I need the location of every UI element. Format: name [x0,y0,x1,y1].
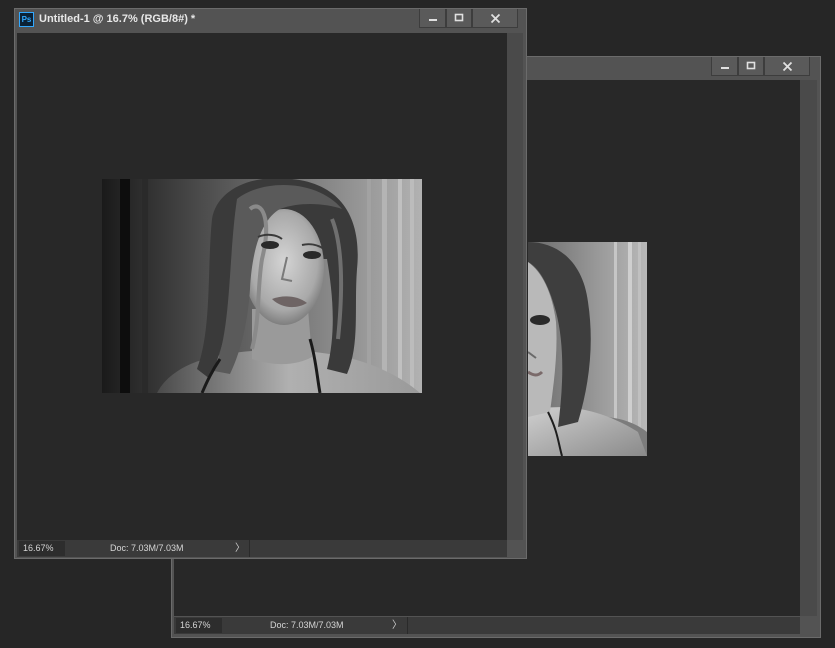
maximize-icon [454,13,464,22]
back-status-bar: 16.67% Doc: 7.03M/7.03M 〉 [174,617,800,634]
front-status-divider [249,540,250,557]
document-title: Untitled-1 @ 16.7% (RGB/8#) * [39,13,196,25]
front-doc-size: Doc: 7.03M/7.03M [110,543,184,553]
close-icon [490,13,500,23]
back-maximize-button[interactable] [738,57,764,76]
front-status-bar: 16.67% Doc: 7.03M/7.03M 〉 [17,540,507,557]
front-maximize-button[interactable] [446,9,472,28]
front-status-menu-arrow[interactable]: 〉 [235,541,245,556]
back-zoom-field[interactable]: 16.67% [176,618,222,633]
back-close-button[interactable] [764,57,810,76]
back-doc-size: Doc: 7.03M/7.03M [270,620,344,630]
back-canvas-image [528,242,647,456]
back-status-menu-arrow[interactable]: 〉 [392,618,402,633]
front-window-controls [419,9,518,29]
photoshop-icon: Ps [19,12,34,27]
minimize-icon [720,67,729,69]
front-close-button[interactable] [472,9,518,28]
front-canvas-image [102,179,422,393]
front-zoom-field[interactable]: 16.67% [19,541,65,556]
maximize-icon [746,61,756,70]
back-vertical-scrollbar[interactable] [800,80,817,616]
back-window-controls [711,57,810,77]
back-status-divider [407,617,408,634]
back-minimize-button[interactable] [711,57,738,76]
close-icon [782,61,792,71]
front-vertical-scrollbar[interactable] [507,33,523,540]
front-minimize-button[interactable] [419,9,446,28]
minimize-icon [428,19,437,21]
